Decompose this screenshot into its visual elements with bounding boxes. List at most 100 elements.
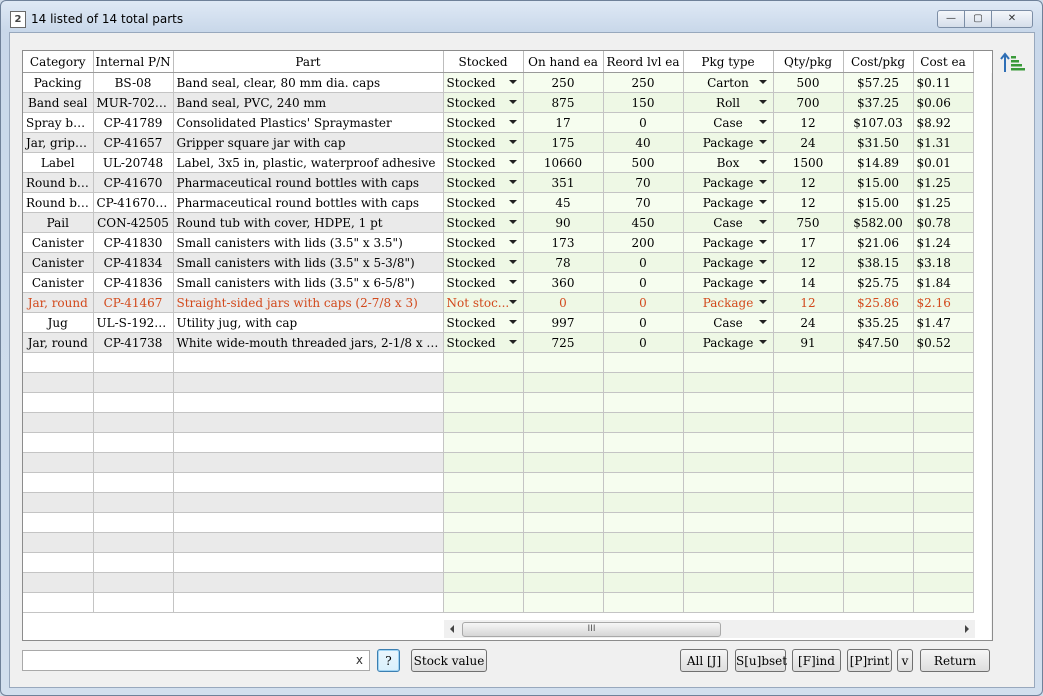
on-hand-cell[interactable]: 78: [523, 252, 604, 273]
empty-cell[interactable]: [683, 392, 774, 413]
part-number-cell[interactable]: MUR-702836: [93, 92, 174, 113]
empty-cell[interactable]: [23, 432, 94, 453]
empty-cell[interactable]: [443, 392, 524, 413]
part-number-cell[interactable]: CON-42505: [93, 212, 174, 233]
qty-per-package-cell[interactable]: 91: [773, 332, 844, 353]
empty-cell[interactable]: [523, 432, 604, 453]
part-name-cell[interactable]: Small canisters with lids (3.5" x 5-3/8"…: [173, 252, 444, 273]
empty-cell[interactable]: [523, 452, 604, 473]
part-name-cell[interactable]: Round tub with cover, HDPE, 1 pt: [173, 212, 444, 233]
empty-cell[interactable]: [523, 372, 604, 393]
empty-cell[interactable]: [843, 552, 914, 573]
stocked-select[interactable]: Stocked: [443, 312, 524, 333]
cost-each-cell[interactable]: $1.25: [913, 192, 974, 213]
empty-row[interactable]: [23, 532, 974, 553]
empty-cell[interactable]: [443, 412, 524, 433]
empty-row[interactable]: [23, 492, 974, 513]
part-name-cell[interactable]: Pharmaceutical round bottles with caps: [173, 172, 444, 193]
empty-cell[interactable]: [913, 472, 974, 493]
empty-cell[interactable]: [523, 512, 604, 533]
empty-cell[interactable]: [683, 472, 774, 493]
stocked-select[interactable]: Stocked: [443, 252, 524, 273]
chevron-down-icon[interactable]: [508, 120, 517, 124]
table-row[interactable]: Round bot... CP-41670.D2 Pharmaceutical ro…: [23, 192, 974, 213]
category-cell[interactable]: Spray bottle: [23, 112, 94, 133]
table-row[interactable]: Jar, gripper CP-41657 Gripper square jar w…: [23, 132, 974, 153]
cost-each-cell[interactable]: $0.11: [913, 72, 974, 93]
column-header[interactable]: Cost/pkg: [843, 51, 914, 73]
chevron-down-icon[interactable]: [508, 140, 517, 144]
table-row[interactable]: Canister CP-41830 Small canisters with lid…: [23, 232, 974, 253]
sort-ascending-icon[interactable]: [999, 50, 1027, 78]
stocked-select[interactable]: Stocked: [443, 272, 524, 293]
on-hand-cell[interactable]: 45: [523, 192, 604, 213]
empty-row[interactable]: [23, 432, 974, 453]
category-cell[interactable]: Round bot...: [23, 192, 94, 213]
cost-each-cell[interactable]: $0.01: [913, 152, 974, 173]
table-row[interactable]: Jar, round CP-41467 Straight-sided jars wi…: [23, 292, 974, 313]
empty-cell[interactable]: [93, 552, 174, 573]
empty-cell[interactable]: [443, 572, 524, 593]
help-button[interactable]: ?: [377, 649, 400, 672]
cost-per-package-cell[interactable]: $47.50: [843, 332, 914, 353]
empty-cell[interactable]: [173, 432, 444, 453]
empty-cell[interactable]: [773, 552, 844, 573]
find-button[interactable]: [F]ind: [792, 649, 841, 672]
reorder-level-cell[interactable]: 500: [603, 152, 684, 173]
minimize-button[interactable]: —: [937, 10, 965, 28]
chevron-down-icon[interactable]: [508, 260, 517, 264]
empty-cell[interactable]: [173, 572, 444, 593]
search-input[interactable]: x: [22, 650, 370, 671]
empty-cell[interactable]: [683, 492, 774, 513]
empty-cell[interactable]: [683, 412, 774, 433]
part-number-cell[interactable]: CP-41834: [93, 252, 174, 273]
empty-cell[interactable]: [683, 432, 774, 453]
empty-cell[interactable]: [523, 412, 604, 433]
column-header[interactable]: On hand ea: [523, 51, 604, 73]
empty-row[interactable]: [23, 472, 974, 493]
package-type-select[interactable]: Case: [683, 212, 774, 233]
empty-cell[interactable]: [23, 532, 94, 553]
package-type-select[interactable]: Case: [683, 312, 774, 333]
category-cell[interactable]: Jar, round: [23, 292, 94, 313]
empty-cell[interactable]: [683, 552, 774, 573]
reorder-level-cell[interactable]: 0: [603, 252, 684, 273]
cost-per-package-cell[interactable]: $15.00: [843, 172, 914, 193]
sort-button[interactable]: [999, 50, 1027, 78]
part-name-cell[interactable]: Gripper square jar with cap: [173, 132, 444, 153]
empty-cell[interactable]: [173, 512, 444, 533]
empty-cell[interactable]: [173, 552, 444, 573]
stocked-select[interactable]: Stocked: [443, 172, 524, 193]
column-header[interactable]: Pkg type: [683, 51, 774, 73]
empty-cell[interactable]: [443, 452, 524, 473]
part-name-cell[interactable]: Straight-sided jars with caps (2-7/8 x 3…: [173, 292, 444, 313]
empty-cell[interactable]: [843, 432, 914, 453]
chevron-down-icon[interactable]: [758, 160, 767, 164]
empty-cell[interactable]: [913, 372, 974, 393]
stocked-select[interactable]: Stocked: [443, 192, 524, 213]
on-hand-cell[interactable]: 725: [523, 332, 604, 353]
chevron-down-icon[interactable]: [758, 340, 767, 344]
chevron-down-icon[interactable]: [758, 300, 767, 304]
empty-row[interactable]: [23, 412, 974, 433]
chevron-down-icon[interactable]: [758, 140, 767, 144]
chevron-down-icon[interactable]: [508, 100, 517, 104]
part-name-cell[interactable]: Pharmaceutical round bottles with caps: [173, 192, 444, 213]
part-name-cell[interactable]: Band seal, clear, 80 mm dia. caps: [173, 72, 444, 93]
empty-cell[interactable]: [773, 392, 844, 413]
empty-cell[interactable]: [603, 552, 684, 573]
package-type-select[interactable]: Package: [683, 132, 774, 153]
empty-cell[interactable]: [173, 412, 444, 433]
empty-cell[interactable]: [773, 372, 844, 393]
cost-each-cell[interactable]: $1.31: [913, 132, 974, 153]
part-number-cell[interactable]: CP-41830: [93, 232, 174, 253]
empty-cell[interactable]: [843, 572, 914, 593]
empty-cell[interactable]: [173, 592, 444, 613]
empty-cell[interactable]: [913, 452, 974, 473]
empty-cell[interactable]: [23, 552, 94, 573]
part-name-cell[interactable]: Consolidated Plastics' Spraymaster: [173, 112, 444, 133]
empty-cell[interactable]: [773, 572, 844, 593]
cost-per-package-cell[interactable]: $37.25: [843, 92, 914, 113]
empty-cell[interactable]: [773, 592, 844, 613]
empty-cell[interactable]: [913, 572, 974, 593]
